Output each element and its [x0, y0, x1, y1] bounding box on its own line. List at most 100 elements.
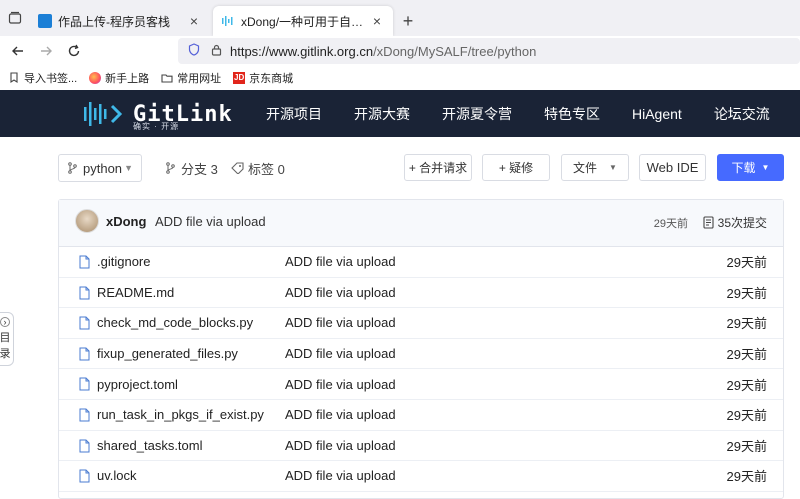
- close-tab-icon[interactable]: ×: [369, 13, 385, 29]
- browser-tab-bar: 作品上传-程序员客栈 × xDong/一种可用于自动语料标注 × +: [0, 0, 800, 36]
- commit-author[interactable]: xDong: [106, 214, 146, 229]
- new-tab-button[interactable]: +: [393, 6, 423, 36]
- shield-icon[interactable]: [186, 43, 202, 59]
- arrow-left-icon: [12, 46, 23, 56]
- file-commit-message[interactable]: ADD file via upload: [285, 407, 396, 422]
- lock-icon[interactable]: [208, 44, 224, 59]
- tab-title: 作品上传-程序员客栈: [58, 14, 170, 29]
- gitlink-logo-mark-icon: [84, 102, 123, 126]
- file-commit-message[interactable]: ADD file via upload: [285, 254, 396, 269]
- branch-icon: [166, 162, 175, 174]
- toc-label-1: 目: [0, 332, 11, 344]
- gitlink-logo[interactable]: GitLink 确实 · 开源: [83, 97, 233, 131]
- browser-nav-bar: https://www.gitlink.org.cn/xDong/MySALF/…: [0, 36, 800, 66]
- file-commit-message[interactable]: ADD file via upload: [285, 438, 396, 453]
- file-icon: [79, 377, 90, 391]
- bookmarks-bar: 导入书签... 新手上路 常用网址 JD 京东商城: [0, 66, 800, 90]
- table-row[interactable]: pyproject.toml ADD file via upload 29天前: [59, 369, 783, 400]
- files-dropdown-button[interactable]: 文件 ▼: [561, 154, 629, 181]
- back-button[interactable]: [4, 37, 32, 65]
- site-nav: 开源项目 开源大赛 开源夏令营 特色专区 HiAgent 论坛交流 帮助: [250, 90, 800, 137]
- file-commit-time: 29天前: [726, 469, 767, 485]
- file-commit-message[interactable]: ADD file via upload: [285, 285, 396, 300]
- site-header: GitLink 确实 · 开源 开源项目 开源大赛 开源夏令营 特色专区 HiA…: [0, 90, 800, 137]
- file-commit-time: 29天前: [726, 438, 767, 454]
- close-tab-icon[interactable]: ×: [186, 13, 202, 29]
- avatar[interactable]: [75, 209, 99, 233]
- commit-count-link[interactable]: 35次提交: [703, 214, 767, 231]
- toc-toggle[interactable]: › 目 录: [0, 312, 14, 366]
- file-commit-message[interactable]: ADD file via upload: [285, 315, 396, 330]
- folder-icon: [161, 74, 173, 83]
- nav-summer-camp[interactable]: 开源夏令营: [442, 104, 512, 124]
- tab-list-icon: [8, 11, 22, 24]
- reload-icon: [68, 44, 80, 57]
- chevron-down-icon: ▼: [124, 163, 133, 173]
- reload-button[interactable]: [60, 37, 88, 65]
- toc-label-2: 录: [0, 348, 11, 360]
- chevron-right-icon: ›: [0, 317, 10, 327]
- file-name[interactable]: .gitignore: [97, 254, 150, 269]
- file-commit-message[interactable]: ADD file via upload: [285, 468, 396, 483]
- file-icon: [79, 469, 90, 483]
- tag-icon: [231, 162, 244, 174]
- file-list: xDong ADD file via upload 29天前 35次提交 .gi…: [58, 199, 784, 499]
- file-icon: [79, 316, 90, 330]
- file-name[interactable]: shared_tasks.toml: [97, 438, 203, 453]
- table-row[interactable]: check_md_code_blocks.py ADD file via upl…: [59, 308, 783, 339]
- file-commit-time: 29天前: [726, 377, 767, 393]
- address-bar[interactable]: https://www.gitlink.org.cn/xDong/MySALF/…: [178, 38, 800, 64]
- arrow-right-icon: [41, 46, 52, 56]
- table-row[interactable]: fixup_generated_files.py ADD file via up…: [59, 339, 783, 370]
- tags-link[interactable]: 标签 0: [231, 154, 285, 182]
- file-icon: [79, 408, 90, 422]
- nav-forum[interactable]: 论坛交流: [714, 104, 770, 124]
- file-commit-time: 29天前: [726, 316, 767, 332]
- bookmark-common-sites[interactable]: 常用网址: [161, 70, 221, 86]
- file-commit-time: 29天前: [726, 255, 767, 271]
- bookmark-firefox-getting-started[interactable]: 新手上路: [89, 70, 149, 86]
- table-row[interactable]: uv.lock ADD file via upload 29天前: [59, 461, 783, 492]
- file-name[interactable]: run_task_in_pkgs_if_exist.py: [97, 407, 264, 422]
- nav-open-source-projects[interactable]: 开源项目: [266, 104, 322, 124]
- file-name[interactable]: README.md: [97, 285, 174, 300]
- table-row[interactable]: run_task_in_pkgs_if_exist.py ADD file vi…: [59, 400, 783, 431]
- latest-commit-row: xDong ADD file via upload 29天前 35次提交: [59, 200, 783, 247]
- tab-list-button[interactable]: [0, 0, 30, 36]
- new-issue-button[interactable]: + 疑修: [482, 154, 550, 181]
- table-row[interactable]: shared_tasks.toml ADD file via upload 29…: [59, 431, 783, 462]
- tab-title: xDong/一种可用于自动语料标注: [241, 14, 369, 29]
- web-ide-button[interactable]: Web IDE: [639, 154, 706, 181]
- branches-link[interactable]: 分支 3: [165, 154, 218, 182]
- file-name[interactable]: uv.lock: [97, 468, 137, 483]
- nav-featured-zone[interactable]: 特色专区: [544, 104, 600, 124]
- table-row[interactable]: .gitignore ADD file via upload 29天前: [59, 247, 783, 278]
- file-commit-message[interactable]: ADD file via upload: [285, 377, 396, 392]
- file-name[interactable]: fixup_generated_files.py: [97, 346, 238, 361]
- file-icon: [79, 347, 90, 361]
- merge-request-button[interactable]: + 合并请求: [404, 154, 472, 181]
- nav-hiagent[interactable]: HiAgent: [632, 106, 682, 122]
- jd-icon: JD: [233, 72, 246, 84]
- bookmark-jd[interactable]: JD 京东商城: [233, 70, 293, 86]
- gitlink-favicon-icon: [222, 16, 233, 26]
- table-row[interactable]: README.md ADD file via upload 29天前: [59, 278, 783, 309]
- branch-selector[interactable]: python ▼: [58, 154, 142, 182]
- commit-message[interactable]: ADD file via upload: [155, 214, 266, 229]
- browser-tab-1[interactable]: 作品上传-程序员客栈 ×: [30, 6, 210, 36]
- file-commit-message[interactable]: ADD file via upload: [285, 346, 396, 361]
- file-icon: [79, 255, 90, 269]
- forward-button[interactable]: [32, 37, 60, 65]
- file-name[interactable]: pyproject.toml: [97, 377, 178, 392]
- branch-name: python: [83, 160, 123, 176]
- download-button[interactable]: 下载 ▼: [717, 154, 784, 181]
- file-name[interactable]: check_md_code_blocks.py: [97, 315, 253, 330]
- file-commit-time: 29天前: [726, 347, 767, 363]
- bookmark-import[interactable]: 导入书签...: [8, 70, 77, 86]
- browser-tab-2[interactable]: xDong/一种可用于自动语料标注 ×: [213, 6, 393, 36]
- chevron-down-icon: ▼: [609, 163, 617, 172]
- logo-slogan: 确实 · 开源: [133, 122, 180, 131]
- file-icon: [79, 286, 90, 300]
- nav-open-source-contest[interactable]: 开源大赛: [354, 104, 410, 124]
- commit-list-icon: [703, 216, 714, 229]
